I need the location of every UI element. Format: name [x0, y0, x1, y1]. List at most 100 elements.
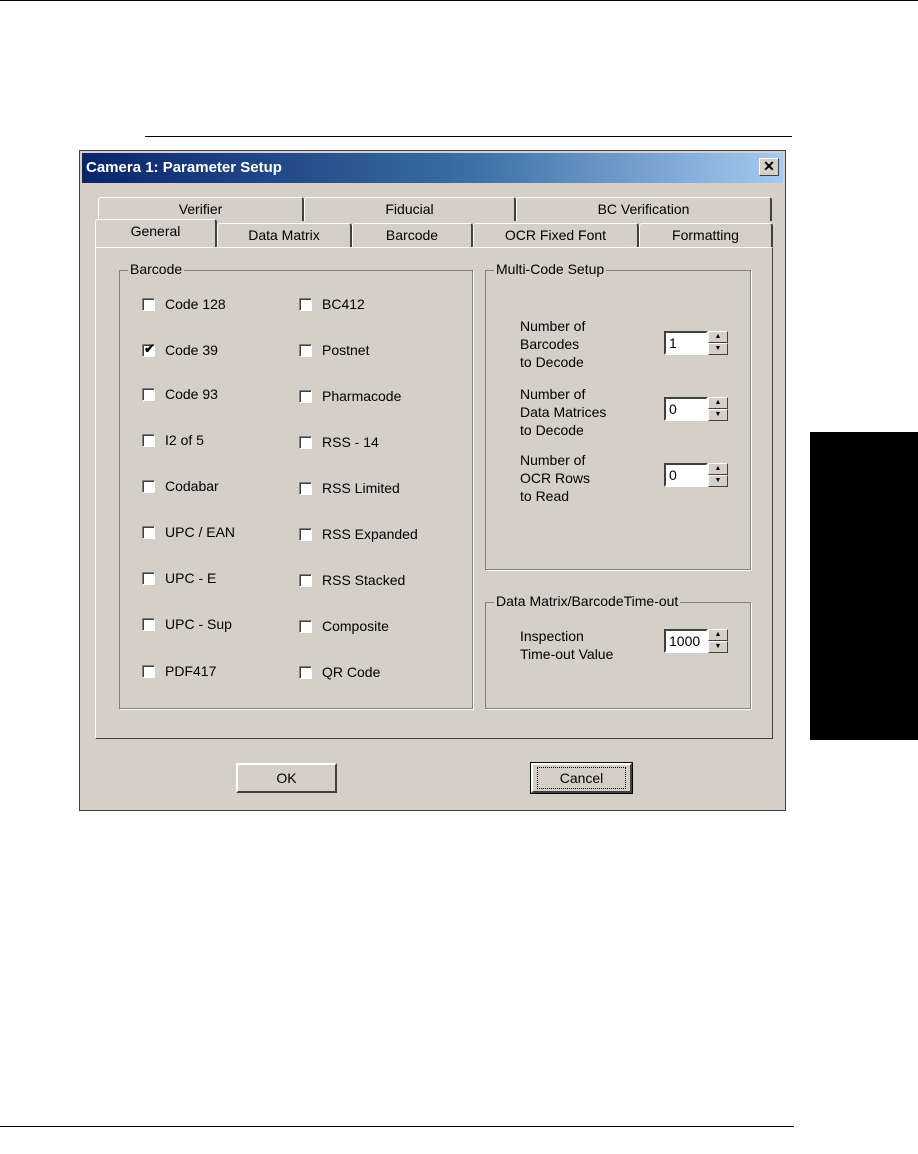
- checkbox-rss-limited[interactable]: RSS Limited: [299, 479, 400, 497]
- checkbox-postnet[interactable]: Postnet: [299, 341, 369, 359]
- barcode-group: Barcode Code 128 ✔ Code 39 Code 93 I2 of…: [119, 261, 473, 709]
- cancel-button-label: Cancel: [536, 767, 627, 789]
- checkbox-box[interactable]: [299, 389, 312, 403]
- checkbox-box[interactable]: [299, 343, 312, 357]
- tab-verifier[interactable]: Verifier: [98, 197, 304, 221]
- ok-button[interactable]: OK: [236, 763, 337, 793]
- data-matrices-to-decode-spinner[interactable]: 0 ▲ ▼: [664, 397, 730, 421]
- inspection-timeout-input[interactable]: 1000: [664, 629, 708, 653]
- arrow-down-icon: ▼: [714, 411, 722, 418]
- arrow-up-icon: ▲: [714, 333, 722, 340]
- spin-up-button[interactable]: ▲: [708, 397, 728, 409]
- checkbox-upc-e[interactable]: UPC - E: [142, 569, 216, 587]
- inspection-timeout-spinner[interactable]: 1000 ▲ ▼: [664, 629, 730, 653]
- general-tab-panel: Barcode Code 128 ✔ Code 39 Code 93 I2 of…: [95, 247, 773, 739]
- checkbox-box[interactable]: [299, 665, 312, 679]
- tab-general[interactable]: General: [95, 219, 217, 247]
- checkbox-box[interactable]: [142, 617, 155, 631]
- checkbox-label: Codabar: [165, 478, 219, 494]
- checkbox-box[interactable]: [299, 481, 312, 495]
- tab-barcode[interactable]: Barcode: [352, 223, 473, 247]
- data-matrices-to-decode-input[interactable]: 0: [664, 397, 708, 421]
- ocr-rows-to-read-label: Number of OCR Rows to Read: [520, 452, 591, 504]
- checkbox-rss-14[interactable]: RSS - 14: [299, 433, 379, 451]
- check-mark-icon: ✔: [144, 340, 155, 356]
- barcodes-to-decode-input[interactable]: 1: [664, 331, 708, 355]
- checkbox-codabar[interactable]: Codabar: [142, 477, 219, 495]
- checkbox-label: PDF417: [165, 663, 217, 679]
- tab-label: Barcode: [385, 227, 439, 243]
- checkbox-bc412[interactable]: BC412: [299, 295, 365, 313]
- spin-up-button[interactable]: ▲: [708, 629, 728, 641]
- inspection-timeout-label: Inspection Time-out Value: [520, 628, 614, 662]
- checkbox-box[interactable]: [142, 387, 155, 401]
- checkbox-label: Code 128: [165, 296, 226, 312]
- cancel-button[interactable]: Cancel: [530, 762, 633, 794]
- checkbox-box[interactable]: [142, 525, 155, 539]
- spin-down-button[interactable]: ▼: [708, 409, 728, 421]
- checkbox-label: Postnet: [322, 342, 370, 358]
- checkbox-box[interactable]: [299, 527, 312, 541]
- arrow-up-icon: ▲: [714, 631, 722, 638]
- ocr-rows-to-read-input[interactable]: 0: [664, 463, 708, 487]
- checkbox-composite[interactable]: Composite: [299, 617, 389, 635]
- checkbox-upc-ean[interactable]: UPC / EAN: [142, 523, 235, 541]
- tab-ocr-fixed-font[interactable]: OCR Fixed Font: [473, 223, 639, 247]
- tab-label: Fiducial: [385, 201, 434, 217]
- arrow-down-icon: ▼: [714, 477, 722, 484]
- checkbox-box[interactable]: [142, 571, 155, 585]
- checkbox-code-39[interactable]: ✔ Code 39: [142, 341, 218, 359]
- barcodes-to-decode-label: Number of Barcodes to Decode: [520, 318, 586, 370]
- tab-label: Verifier: [178, 201, 223, 217]
- checkbox-label: RSS - 14: [322, 434, 379, 450]
- arrow-up-icon: ▲: [714, 465, 722, 472]
- spin-down-button[interactable]: ▼: [708, 641, 728, 653]
- dialog-title: Camera 1: Parameter Setup: [86, 159, 282, 176]
- checkbox-box[interactable]: [299, 435, 312, 449]
- checkbox-box[interactable]: [299, 573, 312, 587]
- spin-down-button[interactable]: ▼: [708, 343, 728, 355]
- close-icon: ✕: [763, 158, 775, 174]
- spin-up-button[interactable]: ▲: [708, 463, 728, 475]
- checkbox-i2-of-5[interactable]: I2 of 5: [142, 431, 204, 449]
- checkbox-label: Code 93: [165, 386, 218, 402]
- tab-label: Data Matrix: [248, 227, 320, 243]
- page-top-rule: [0, 0, 918, 1]
- checkbox-label: I2 of 5: [165, 432, 204, 448]
- ocr-rows-to-read-spinner[interactable]: 0 ▲ ▼: [664, 463, 730, 487]
- checkbox-code-93[interactable]: Code 93: [142, 385, 218, 403]
- checkbox-code-128[interactable]: Code 128: [142, 295, 226, 313]
- title-bar[interactable]: Camera 1: Parameter Setup ✕: [82, 153, 783, 183]
- checkbox-box[interactable]: [142, 479, 155, 493]
- arrow-up-icon: ▲: [714, 399, 722, 406]
- checkbox-label: QR Code: [322, 664, 381, 680]
- checkbox-qr-code[interactable]: QR Code: [299, 663, 380, 681]
- checkbox-rss-stacked[interactable]: RSS Stacked: [299, 571, 405, 589]
- checkbox-box[interactable]: ✔: [142, 340, 155, 357]
- checkbox-pharmacode[interactable]: Pharmacode: [299, 387, 401, 405]
- checkbox-box[interactable]: [299, 297, 312, 311]
- spin-down-button[interactable]: ▼: [708, 475, 728, 487]
- tab-bc-verification[interactable]: BC Verification: [516, 197, 772, 221]
- tab-formatting[interactable]: Formatting: [639, 223, 773, 247]
- tab-label: BC Verification: [597, 201, 690, 217]
- checkbox-box[interactable]: [142, 433, 155, 447]
- arrow-down-icon: ▼: [714, 345, 722, 352]
- tab-fiducial[interactable]: Fiducial: [304, 197, 516, 221]
- tab-label: Formatting: [672, 227, 739, 243]
- tab-label: OCR Fixed Font: [504, 227, 607, 243]
- checkbox-box[interactable]: [142, 664, 155, 678]
- tab-data-matrix[interactable]: Data Matrix: [217, 223, 352, 247]
- checkbox-label: BC412: [322, 296, 365, 312]
- spin-up-button[interactable]: ▲: [708, 331, 728, 343]
- timeout-group: Data Matrix/BarcodeTime-out Inspection T…: [485, 593, 751, 709]
- checkbox-pdf417[interactable]: PDF417: [142, 662, 216, 680]
- side-thumb-tab: [810, 432, 918, 740]
- barcodes-to-decode-spinner[interactable]: 1 ▲ ▼: [664, 331, 730, 355]
- checkbox-box[interactable]: [299, 619, 312, 633]
- section-rule: [145, 136, 792, 137]
- checkbox-box[interactable]: [142, 297, 155, 311]
- close-button[interactable]: ✕: [759, 158, 779, 176]
- checkbox-rss-expanded[interactable]: RSS Expanded: [299, 525, 418, 543]
- checkbox-upc-sup[interactable]: UPC - Sup: [142, 615, 232, 633]
